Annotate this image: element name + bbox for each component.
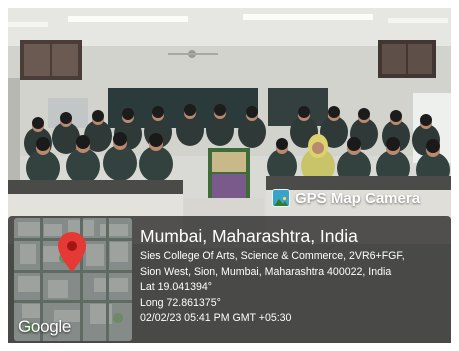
gps-map-camera-badge: GPS Map Camera [272, 186, 443, 210]
timestamp-text: 02/02/23 05:41 PM GMT +05:30 [140, 312, 292, 324]
city-heading: Mumbai, Maharashtra, India [140, 226, 358, 246]
google-watermark: Google [18, 317, 72, 336]
geotag-details: Mumbai, Maharashtra, India Sies College … [140, 226, 448, 327]
longitude-text: Long 72.861375° [140, 296, 221, 309]
photo-frame-icon [272, 189, 290, 207]
map-pin-icon [58, 232, 86, 272]
gps-map-camera-label: GPS Map Camera [295, 189, 421, 207]
map-thumbnail: Google [14, 218, 132, 341]
latitude-text: Lat 19.041394° [140, 281, 212, 293]
address-line-1: Sies College Of Arts, Science & Commerce… [140, 250, 405, 262]
address-line-2: Sion West, Sion, Mumbai, Maharashtra 400… [140, 265, 392, 278]
